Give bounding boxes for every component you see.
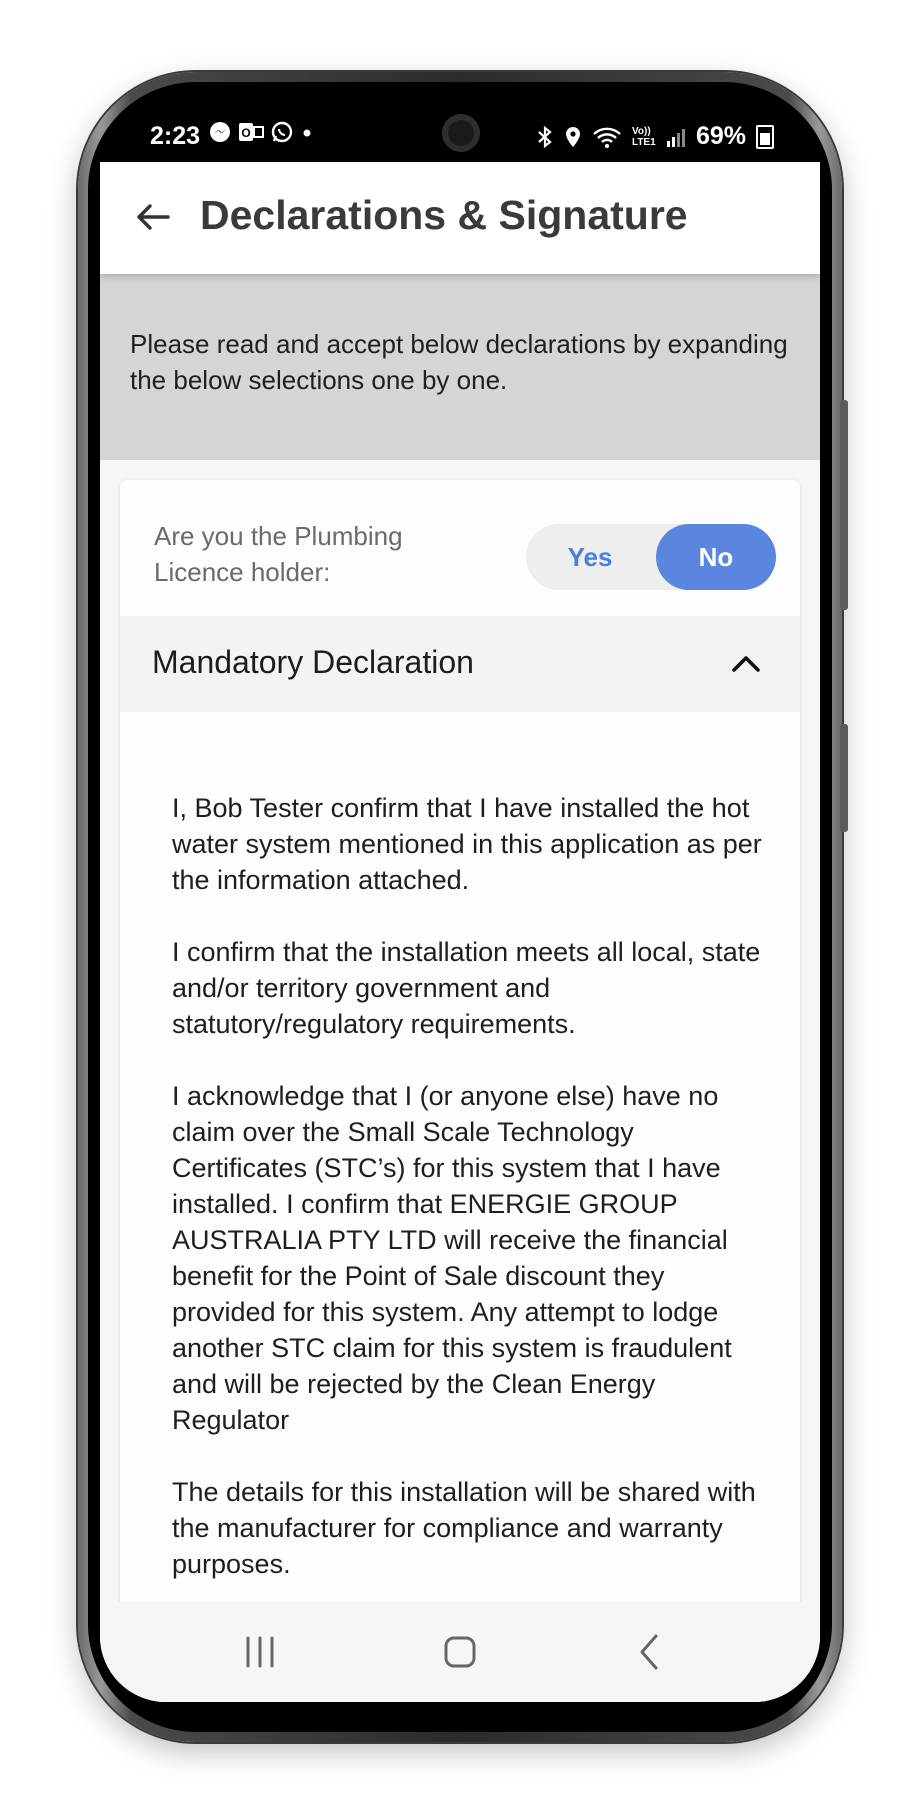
- location-icon: [565, 126, 580, 147]
- wifi-icon: [593, 127, 621, 148]
- system-nav-bar: [100, 1602, 820, 1702]
- toggle-option-yes[interactable]: Yes: [526, 524, 654, 590]
- declaration-body: I, Bob Tester confirm that I have instal…: [172, 790, 762, 1618]
- battery-icon: [756, 124, 774, 149]
- licence-holder-toggle[interactable]: Yes No: [526, 524, 776, 590]
- dot-icon: [303, 129, 311, 137]
- instruction-banner: Please read and accept below declaration…: [100, 274, 820, 460]
- app-header: Declarations & Signature: [100, 162, 820, 274]
- home-icon: [444, 1636, 476, 1668]
- declaration-card: Are you the Plumbing Licence holder: Yes…: [120, 480, 800, 1620]
- accordion-title: Mandatory Declaration: [152, 644, 474, 680]
- whatsapp-icon: [271, 121, 293, 143]
- recents-button[interactable]: [238, 1630, 282, 1674]
- arrow-left-icon: [137, 204, 170, 230]
- battery-percent: 69%: [695, 122, 746, 150]
- system-icons: Vo)) LTE1 69%: [536, 122, 774, 151]
- outlook-icon: O: [239, 123, 264, 141]
- nav-back-button[interactable]: [628, 1630, 672, 1674]
- front-camera: [442, 114, 480, 152]
- declaration-paragraph: The details for this installation will b…: [172, 1477, 756, 1579]
- power-button: [840, 724, 848, 832]
- declaration-paragraph: I acknowledge that I (or anyone else) ha…: [172, 1081, 732, 1435]
- home-button[interactable]: [438, 1630, 482, 1674]
- back-icon: [640, 1634, 658, 1670]
- signal-icon: [666, 128, 685, 147]
- mandatory-declaration-accordion[interactable]: Mandatory Declaration: [120, 616, 800, 712]
- bluetooth-icon: [538, 125, 552, 148]
- licence-question-label: Are you the Plumbing Licence holder:: [154, 521, 403, 587]
- notification-icons: O: [208, 120, 314, 144]
- declaration-paragraph: I confirm that the installation meets al…: [172, 937, 761, 1039]
- toggle-option-no[interactable]: No: [656, 524, 776, 590]
- page-title: Declarations & Signature: [200, 192, 688, 238]
- recents-icon: [246, 1636, 274, 1668]
- network-label: Vo)) LTE1: [631, 125, 656, 148]
- volume-button: [840, 400, 848, 610]
- messenger-icon: [210, 122, 230, 142]
- status-time: 2:23: [150, 122, 201, 150]
- app-screen: Declarations & Signature Please read and…: [100, 162, 820, 1702]
- back-button[interactable]: [128, 192, 178, 242]
- declaration-paragraph: I, Bob Tester confirm that I have instal…: [172, 793, 762, 895]
- svg-text:O: O: [241, 126, 250, 140]
- chevron-up-icon[interactable]: [728, 646, 764, 682]
- instruction-text: Please read and accept below declaration…: [130, 329, 788, 395]
